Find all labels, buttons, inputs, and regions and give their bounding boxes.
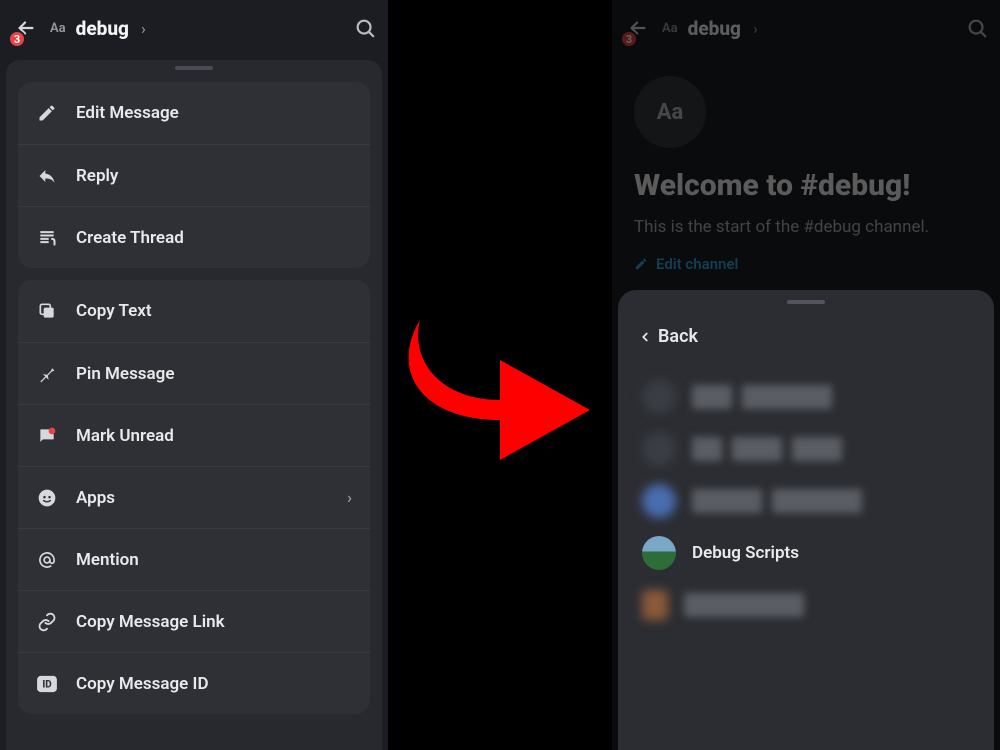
- app-label: Debug Scripts: [692, 543, 799, 563]
- link-icon: [36, 612, 58, 632]
- app-item-redacted[interactable]: [618, 579, 994, 631]
- menu-label: Reply: [76, 166, 118, 186]
- right-screen: 3 Aa debug › Aa Welcome to #debug! This …: [612, 0, 1000, 750]
- menu-label: Edit Message: [76, 103, 179, 123]
- search-button[interactable]: [354, 17, 376, 39]
- bot-icon: [36, 488, 58, 508]
- menu-mention[interactable]: Mention: [18, 528, 370, 590]
- back-button[interactable]: 3: [12, 14, 40, 42]
- channel-title[interactable]: debug: [76, 17, 129, 40]
- menu-apps[interactable]: Apps ›: [18, 466, 370, 528]
- menu-label: Create Thread: [76, 228, 184, 248]
- sheet-grabber[interactable]: [175, 66, 213, 70]
- context-menu-sheet: Edit Message Reply Create Thread Cop: [6, 60, 382, 750]
- menu-copy-id[interactable]: ID Copy Message ID: [18, 652, 370, 714]
- app-item-redacted[interactable]: [618, 475, 994, 527]
- chevron-right-icon: ›: [347, 488, 352, 507]
- redacted-label: [692, 489, 862, 513]
- copy-icon: [36, 301, 58, 321]
- menu-mark-unread[interactable]: Mark Unread: [18, 404, 370, 466]
- redacted-label: [692, 437, 842, 461]
- menu-copy-text[interactable]: Copy Text: [18, 280, 370, 342]
- header: 3 Aa debug ›: [0, 0, 388, 56]
- chevron-left-icon: [638, 330, 652, 344]
- pencil-icon: [36, 103, 58, 123]
- app-item-debug-scripts[interactable]: Debug Scripts: [618, 527, 994, 579]
- menu-label: Copy Message ID: [76, 674, 209, 694]
- app-icon: [642, 380, 676, 414]
- menu-label: Copy Text: [76, 301, 152, 321]
- menu-pin-message[interactable]: Pin Message: [18, 342, 370, 404]
- left-screen: 3 Aa debug › Edit Message Reply: [0, 0, 388, 750]
- app-icon: [642, 484, 676, 518]
- transition-arrow-icon: [400, 280, 600, 480]
- apps-submenu-sheet: Back Debug Scripts: [618, 290, 994, 750]
- back-label: Back: [658, 326, 698, 347]
- menu-group-1: Edit Message Reply Create Thread: [18, 82, 370, 268]
- menu-reply[interactable]: Reply: [18, 144, 370, 206]
- chevron-right-icon: ›: [141, 19, 146, 38]
- thread-icon: [36, 228, 58, 248]
- app-icon: [642, 536, 676, 570]
- menu-label: Mention: [76, 550, 139, 570]
- app-item-redacted[interactable]: [618, 423, 994, 475]
- app-item-redacted[interactable]: [618, 371, 994, 423]
- channel-type-icon: Aa: [50, 21, 66, 36]
- sheet-grabber[interactable]: [787, 300, 825, 304]
- mention-icon: [36, 550, 58, 570]
- notification-badge: 3: [8, 30, 26, 48]
- reply-icon: [36, 166, 58, 186]
- menu-create-thread[interactable]: Create Thread: [18, 206, 370, 268]
- redacted-label: [692, 385, 832, 409]
- unread-icon: [36, 426, 58, 446]
- app-icon: [642, 590, 668, 620]
- menu-label: Apps: [76, 488, 115, 508]
- menu-label: Pin Message: [76, 364, 175, 384]
- pin-icon: [36, 364, 58, 384]
- redacted-label: [684, 593, 804, 617]
- menu-label: Copy Message Link: [76, 612, 225, 632]
- search-icon: [354, 17, 376, 39]
- svg-text:ID: ID: [42, 679, 52, 690]
- menu-edit-message[interactable]: Edit Message: [18, 82, 370, 144]
- app-icon: [642, 432, 676, 466]
- id-icon: ID: [36, 675, 58, 693]
- menu-label: Mark Unread: [76, 426, 174, 446]
- menu-group-2: Copy Text Pin Message Mark Unread Apps: [18, 280, 370, 714]
- apps-back-button[interactable]: Back: [618, 308, 994, 371]
- menu-copy-link[interactable]: Copy Message Link: [18, 590, 370, 652]
